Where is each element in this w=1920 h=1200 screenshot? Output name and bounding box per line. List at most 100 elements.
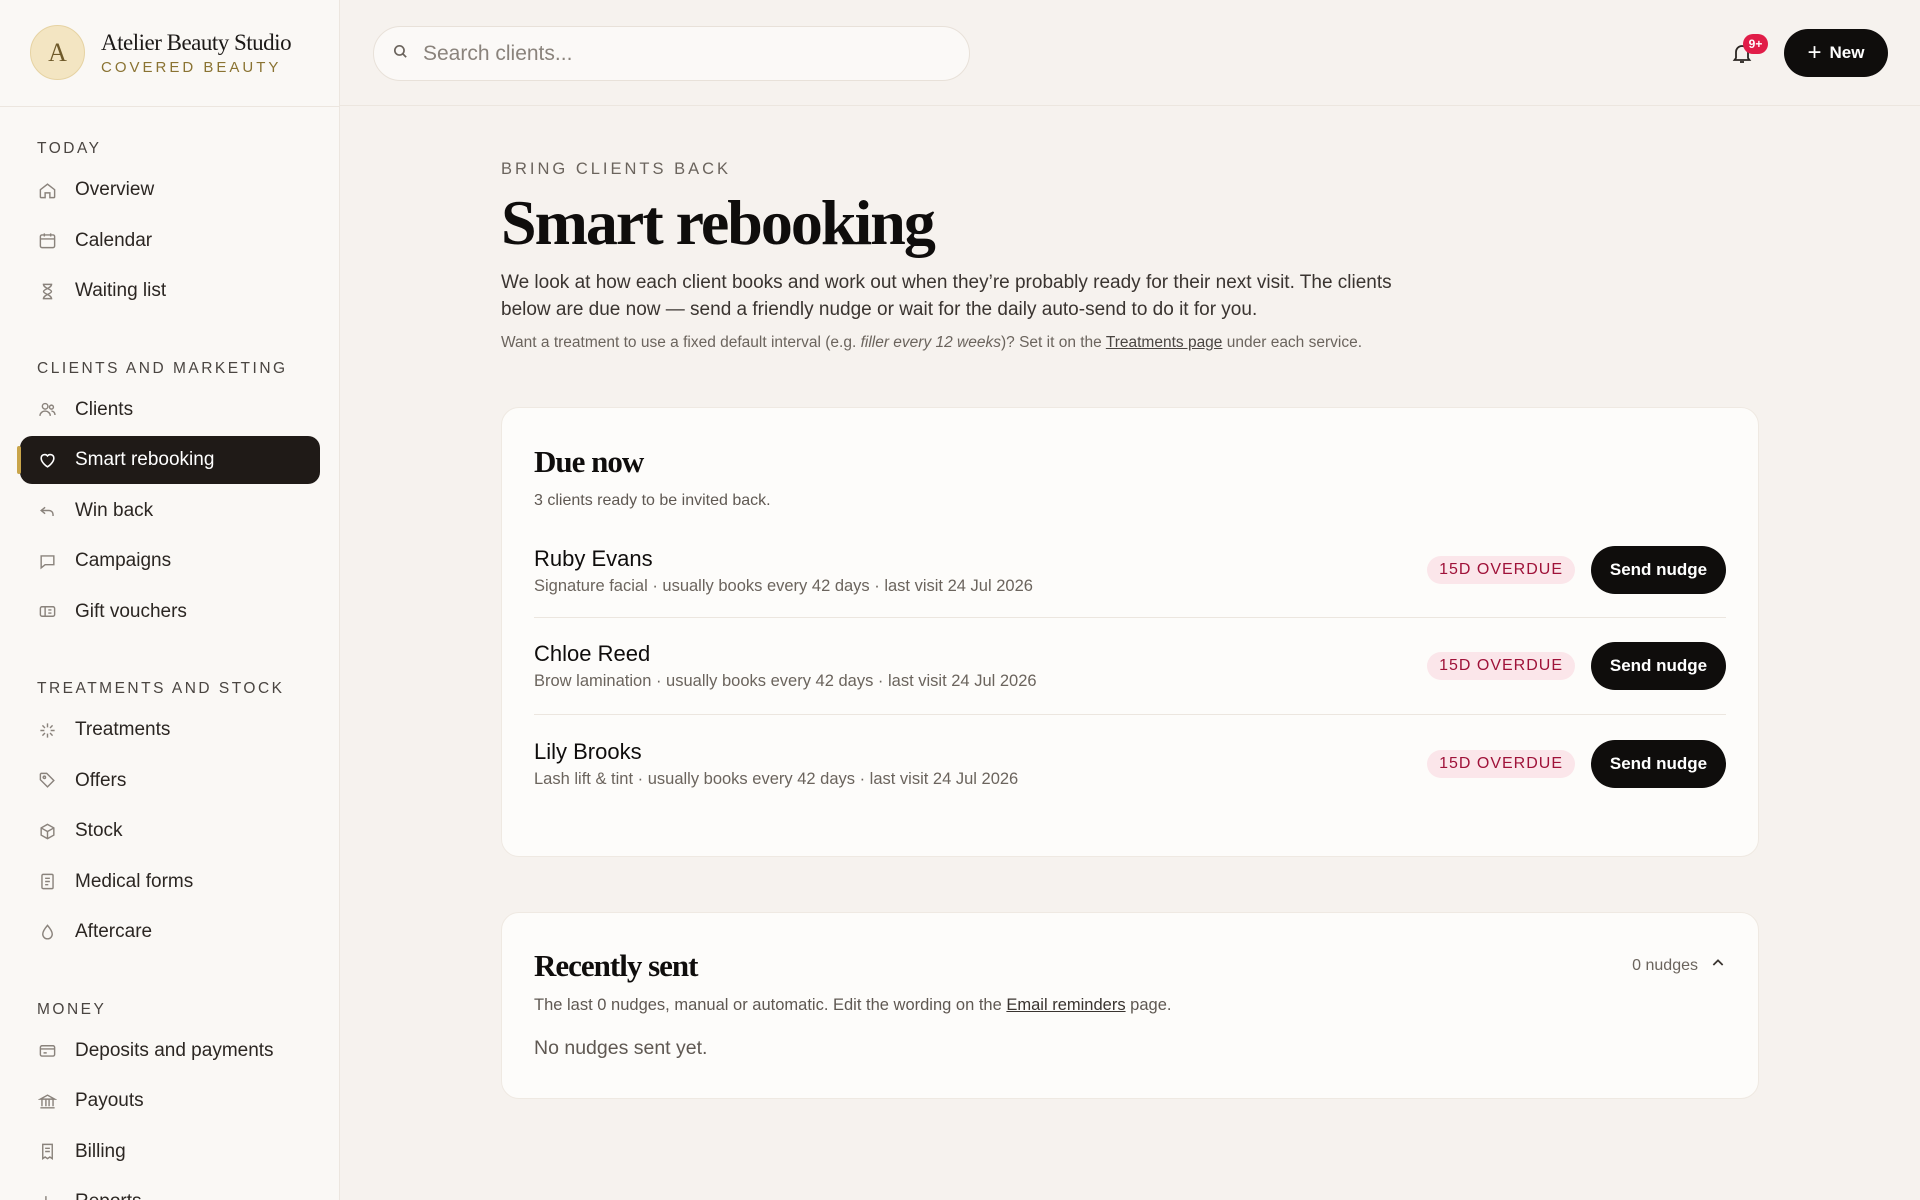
sidebar: A Atelier Beauty Studio COVERED BEAUTY T… (0, 0, 340, 1200)
note-example: filler every 12 weeks (860, 334, 1001, 351)
sidebar-item-treatments[interactable]: Treatments (20, 706, 320, 754)
sparkle-icon (37, 720, 57, 740)
brand-avatar: A (30, 25, 85, 80)
empty-state: No nudges sent yet. (534, 1037, 708, 1059)
client-name: Chloe Reed (534, 641, 651, 666)
bank-icon (37, 1091, 57, 1111)
sidebar-item-reports[interactable]: Reports (20, 1178, 320, 1200)
tag-icon (37, 771, 57, 791)
client-name: Ruby Evans (534, 546, 653, 571)
sidebar-item-label: Calendar (75, 229, 153, 251)
sidebar-item-label: Gift vouchers (75, 600, 187, 622)
section-title-money: MONEY (37, 1000, 107, 1018)
hourglass-icon (37, 281, 57, 301)
new-button-label: New (1829, 43, 1865, 62)
sidebar-item-label: Deposits and payments (75, 1039, 274, 1061)
receipt-icon (37, 1142, 57, 1162)
page-description: We look at how each client books and wor… (501, 272, 1392, 320)
client-row[interactable]: Lily Brooks Lash lift & tint · usually b… (534, 715, 1726, 812)
sidebar-item-label: Smart rebooking (75, 449, 215, 470)
document-icon (37, 872, 57, 892)
sidebar-item-gift-vouchers[interactable]: Gift vouchers (20, 588, 320, 636)
recently-sent-title: Recently sent (534, 948, 698, 983)
client-name: Lily Brooks (534, 738, 642, 764)
email-reminders-link[interactable]: Email reminders (1006, 996, 1125, 1014)
ticket-icon (37, 602, 57, 622)
sidebar-item-deposits[interactable]: Deposits and payments (20, 1027, 320, 1075)
brand-text: Atelier Beauty Studio COVERED BEAUTY (101, 29, 292, 76)
section-title-treatments: TREATMENTS AND STOCK (37, 680, 285, 697)
section-title-today: TODAY (37, 140, 102, 157)
undo-arrow-icon (37, 501, 57, 521)
sidebar-item-win-back[interactable]: Win back (20, 487, 320, 535)
sidebar-item-label: Campaigns (75, 550, 172, 571)
overdue-badge: 15D OVERDUE (1427, 652, 1575, 680)
nudge-count: 0 nudges (1632, 956, 1698, 974)
overdue-badge: 15D OVERDUE (1427, 749, 1575, 778)
send-nudge-button[interactable]: Send nudge (1591, 546, 1726, 594)
new-button[interactable]: + New (1784, 29, 1888, 77)
sidebar-item-label: Win back (75, 499, 154, 521)
home-icon (37, 180, 57, 200)
sidebar-item-billing[interactable]: Billing (20, 1128, 320, 1176)
credit-card-icon (37, 1041, 57, 1061)
brand[interactable]: A Atelier Beauty Studio COVERED BEAUTY (30, 25, 292, 80)
recently-sent-subtitle: The last 0 nudges, manual or automatic. … (534, 996, 1172, 1014)
sidebar-item-stock[interactable]: Stock (20, 807, 320, 855)
sidebar-item-label: Offers (75, 769, 127, 791)
sidebar-item-label: Clients (75, 398, 134, 420)
search-bar[interactable] (373, 26, 970, 81)
page-title: Smart rebooking (501, 187, 936, 258)
page-eyebrow: BRING CLIENTS BACK (501, 160, 732, 178)
sidebar-item-label: Treatments (75, 719, 171, 740)
sidebar-item-label: Stock (75, 820, 123, 841)
notifications-button[interactable]: 9+ (1730, 34, 1768, 70)
sidebar-item-campaigns[interactable]: Campaigns (20, 537, 320, 585)
sidebar-item-medical-forms[interactable]: Medical forms (20, 858, 320, 906)
sidebar-item-label: Billing (75, 1140, 126, 1162)
send-nudge-button[interactable]: Send nudge (1591, 642, 1726, 690)
sidebar-item-smart-rebooking[interactable]: Smart rebooking (17, 436, 320, 484)
bell-icon (1730, 45, 1754, 70)
section-title-clients: CLIENTS AND MARKETING (37, 359, 288, 377)
chat-bubble-icon (37, 551, 57, 571)
recently-sent-card: Recently sent 0 nudges The last 0 nudges… (501, 912, 1759, 1099)
sidebar-item-label: Reports (75, 1191, 142, 1200)
notification-badge: 9+ (1743, 34, 1768, 54)
sidebar-item-label: Aftercare (75, 921, 153, 942)
sidebar-item-waiting-list[interactable]: Waiting list (20, 267, 320, 315)
box-icon (37, 821, 57, 841)
page-note: Want a treatment to use a fixed default … (501, 334, 1363, 351)
client-meta: Signature facial · usually books every 4… (534, 577, 1033, 595)
main-content: BRING CLIENTS BACK Smart rebooking We lo… (501, 160, 1761, 1099)
search-input[interactable] (423, 41, 943, 66)
chart-icon (37, 1192, 57, 1200)
calendar-icon (37, 231, 57, 251)
overdue-badge: 15D OVERDUE (1427, 556, 1575, 584)
sidebar-item-offers[interactable]: Offers (20, 757, 320, 805)
sidebar-item-calendar[interactable]: Calendar (20, 217, 320, 265)
chevron-up-icon (1710, 955, 1726, 976)
sidebar-item-label: Waiting list (75, 280, 167, 301)
collapse-toggle[interactable]: 0 nudges (1632, 955, 1726, 976)
client-row[interactable]: Ruby Evans Signature facial · usually bo… (534, 546, 1726, 618)
brand-name: Atelier Beauty Studio (101, 29, 292, 55)
due-now-title: Due now (534, 444, 644, 479)
sidebar-item-overview[interactable]: Overview (20, 166, 320, 214)
heart-icon (37, 450, 57, 470)
sidebar-nav: TODAY Overview Calendar Waiting list CLI… (17, 132, 320, 1200)
treatments-page-link[interactable]: Treatments page (1106, 334, 1223, 351)
send-nudge-button[interactable]: Send nudge (1591, 739, 1726, 788)
sidebar-item-aftercare[interactable]: Aftercare (20, 908, 320, 956)
client-list: Ruby Evans Signature facial · usually bo… (534, 546, 1726, 812)
brand-subtitle: COVERED BEAUTY (101, 58, 282, 76)
sidebar-item-label: Medical forms (75, 870, 194, 892)
sidebar-item-payouts[interactable]: Payouts (20, 1077, 320, 1125)
due-now-subtitle: 3 clients ready to be invited back. (534, 492, 771, 509)
sidebar-item-clients[interactable]: Clients (20, 386, 320, 434)
sidebar-item-label: Payouts (75, 1090, 144, 1111)
client-row[interactable]: Chloe Reed Brow lamination · usually boo… (534, 618, 1726, 715)
client-meta: Brow lamination · usually books every 42… (534, 672, 1037, 690)
droplet-icon (37, 922, 57, 942)
search-icon (392, 43, 409, 65)
